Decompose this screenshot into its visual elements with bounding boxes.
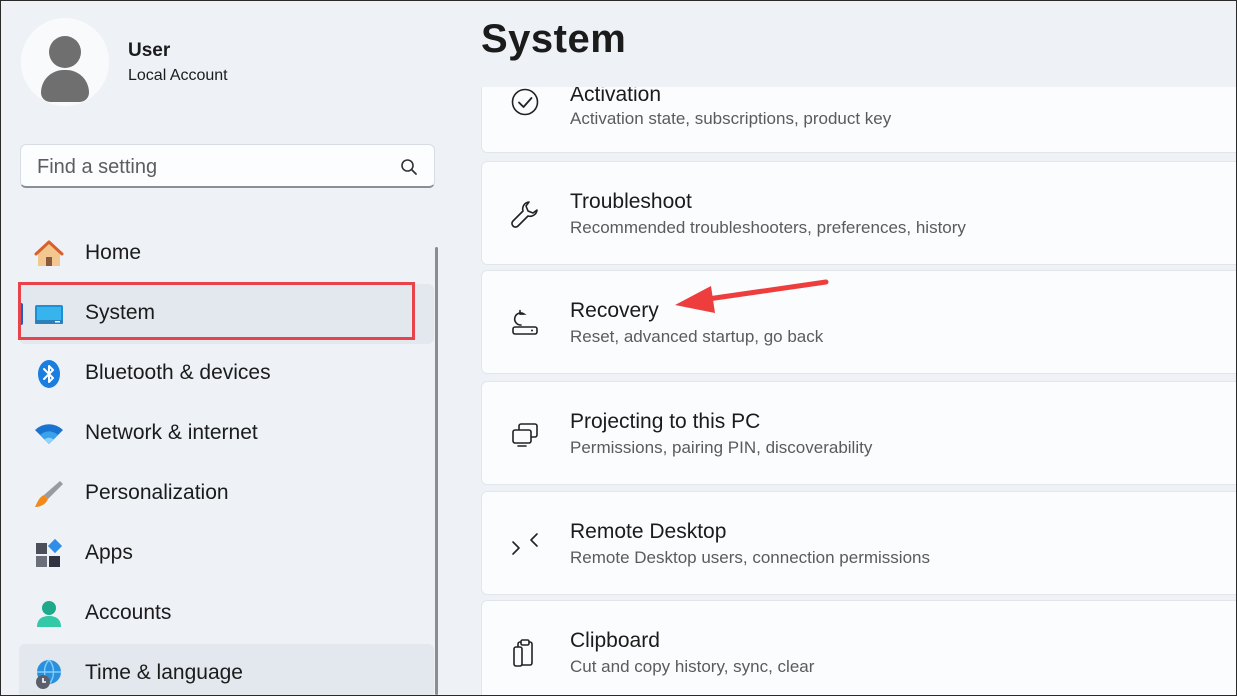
- system-icon: [35, 305, 63, 324]
- card-subtitle: Reset, advanced startup, go back: [570, 327, 824, 346]
- nav-item-label: Network & internet: [85, 421, 258, 444]
- title-bar: System: [451, 1, 1236, 87]
- nav-item-accounts[interactable]: Accounts: [19, 584, 434, 644]
- sidebar: User Local Account Home: [1, 1, 451, 695]
- nav-list: Home System Bluetooth & devices Network …: [19, 224, 434, 695]
- user-account-type: Local Account: [128, 67, 228, 84]
- nav-item-label: Personalization: [85, 481, 229, 504]
- brush-icon: [35, 481, 63, 507]
- card-troubleshoot[interactable]: Troubleshoot Recommended troubleshooters…: [481, 161, 1236, 265]
- wrench-icon: [511, 201, 538, 228]
- card-title: Remote Desktop: [570, 520, 727, 543]
- wifi-icon: [35, 424, 63, 444]
- avatar-body: [41, 70, 89, 102]
- avatar-head: [49, 36, 81, 68]
- card-remote-desktop[interactable]: Remote Desktop Remote Desktop users, con…: [481, 491, 1236, 595]
- nav-item-label: Accounts: [85, 601, 172, 624]
- recovery-icon: [512, 309, 538, 335]
- nav-item-apps[interactable]: Apps: [19, 524, 434, 584]
- check-circle-icon: [511, 88, 539, 116]
- card-title: Recovery: [570, 299, 659, 322]
- nav-item-network[interactable]: Network & internet: [19, 404, 434, 464]
- card-title: Clipboard: [570, 629, 660, 652]
- nav-item-personalization[interactable]: Personalization: [19, 464, 434, 524]
- globe-clock-icon: [36, 659, 61, 689]
- nav-item-label: Bluetooth & devices: [85, 361, 271, 384]
- card-subtitle: Recommended troubleshooters, preferences…: [570, 218, 966, 237]
- avatar[interactable]: [21, 18, 109, 106]
- card-title: Projecting to this PC: [570, 410, 761, 433]
- selected-indicator: [19, 303, 23, 325]
- card-subtitle: Remote Desktop users, connection permiss…: [570, 548, 930, 567]
- main-content: Activation Activation state, subscriptio…: [451, 1, 1236, 695]
- nav-item-bluetooth[interactable]: Bluetooth & devices: [19, 344, 434, 404]
- card-subtitle: Cut and copy history, sync, clear: [570, 657, 815, 676]
- projecting-icon: [512, 423, 538, 447]
- card-clipboard[interactable]: Clipboard Cut and copy history, sync, cl…: [481, 600, 1236, 695]
- accounts-icon: [37, 601, 61, 627]
- search-icon[interactable]: [400, 158, 418, 176]
- nav-item-time-language[interactable]: Time & language: [19, 644, 434, 695]
- remote-desktop-icon: [512, 533, 538, 555]
- clipboard-icon: [513, 639, 533, 667]
- search-input[interactable]: [35, 151, 389, 183]
- card-subtitle: Permissions, pairing PIN, discoverabilit…: [570, 438, 873, 457]
- card-title: Troubleshoot: [570, 190, 692, 213]
- card-projecting[interactable]: Projecting to this PC Permissions, pairi…: [481, 381, 1236, 485]
- nav-item-label: Time & language: [85, 661, 243, 684]
- nav-item-label: Apps: [85, 541, 133, 564]
- nav-item-system[interactable]: System: [19, 284, 434, 344]
- settings-window: User Local Account Home: [0, 0, 1237, 696]
- sidebar-scrollbar[interactable]: [435, 247, 438, 695]
- search-box[interactable]: [20, 144, 435, 188]
- user-name: User: [128, 40, 171, 61]
- nav-item-home[interactable]: Home: [19, 224, 434, 284]
- bluetooth-icon: [38, 360, 60, 388]
- card-recovery[interactable]: Recovery Reset, advanced startup, go bac…: [481, 270, 1236, 374]
- card-subtitle: Activation state, subscriptions, product…: [570, 109, 892, 128]
- apps-icon: [36, 538, 63, 567]
- nav-item-label: System: [85, 301, 156, 324]
- home-icon: [34, 240, 64, 266]
- page-title: System: [481, 17, 627, 61]
- nav-item-label: Home: [85, 241, 142, 264]
